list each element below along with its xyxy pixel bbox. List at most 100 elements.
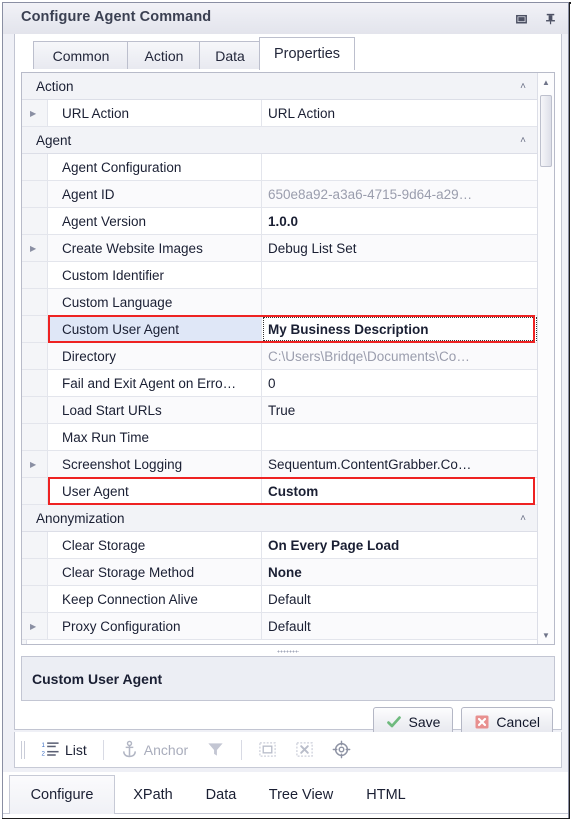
property-row[interactable]: ▶ Create Website Images Debug List Set [22,235,538,262]
property-value-cell[interactable]: Custom [262,478,538,504]
expander-arrow-icon[interactable]: ▶ [30,613,36,639]
expander-arrow-icon[interactable]: ▶ [30,235,36,261]
property-category-row[interactable]: Action ˄ [22,73,538,100]
property-name-cell[interactable]: Max Run Time [48,424,262,450]
property-row[interactable]: Directory C:\Users\Bridqe\Documents\Co… [22,343,538,370]
property-row[interactable]: Clear Storage Method None [22,559,538,586]
tab-properties[interactable]: Properties [259,37,355,70]
toolbar-drag-handle-icon[interactable] [21,740,27,759]
splitter-grip-icon [277,650,299,653]
property-row[interactable]: Custom Language [22,289,538,316]
property-name-cell[interactable]: Proxy Configuration [48,613,262,639]
property-name-cell[interactable]: Clear Storage Method [48,559,262,585]
bottom-tab-html[interactable]: HTML [353,777,419,813]
tab-action[interactable]: Action [127,41,201,69]
tab-common[interactable]: Common [33,41,129,69]
property-row[interactable]: ▶ Screenshot Logging Sequentum.ContentGrab… [22,451,538,478]
description-title: Custom User Agent [32,670,163,687]
scroll-up-icon[interactable]: ▲ [538,74,554,90]
property-name-cell[interactable]: Load Start URLs [48,397,262,423]
title-bar-buttons [514,11,558,26]
property-value-cell[interactable] [262,154,538,180]
toolbar-target-button[interactable] [326,737,357,762]
property-value-cell[interactable]: On Every Page Load [262,532,538,558]
toolbar-clear-selection-button[interactable] [289,737,320,762]
property-value-cell[interactable]: Default [262,586,538,612]
toolbar-list-label: List [65,741,87,758]
property-row[interactable]: Clear Storage On Every Page Load [22,532,538,559]
property-value-cell[interactable] [262,424,538,450]
property-row[interactable]: Custom Identifier [22,262,538,289]
tab-data[interactable]: Data [199,41,261,69]
property-row[interactable]: Max Run Time [22,424,538,451]
grid-vertical-scrollbar[interactable]: ▲ ▼ [537,73,554,644]
property-name-cell[interactable]: Fail and Exit Agent on Erro… [48,370,262,396]
bottom-tab-tree-view[interactable]: Tree View [253,777,349,813]
scrollbar-thumb[interactable] [540,95,552,167]
toolbar-list-button[interactable]: 1 2 List [35,737,93,762]
scroll-down-icon[interactable]: ▼ [538,627,554,643]
property-row[interactable]: Agent Configuration [22,154,538,181]
expander-arrow-icon[interactable]: ▶ [30,451,36,477]
property-row[interactable]: Fail and Exit Agent on Erro… 0 [22,370,538,397]
target-icon [332,740,351,759]
property-value-cell[interactable]: True [262,397,538,423]
property-value-cell[interactable]: Default [262,613,538,639]
property-value-cell[interactable]: 1.0.0 [262,208,538,234]
chevron-up-icon[interactable]: ˄ [520,127,526,153]
property-name-cell[interactable]: Custom User Agent [48,316,262,342]
property-row[interactable]: ▶ Proxy Configuration Default [22,613,538,640]
property-row[interactable]: Load Start URLs True [22,397,538,424]
property-name-cell[interactable]: Agent Version [48,208,262,234]
property-value-cell[interactable]: C:\Users\Bridqe\Documents\Co… [262,343,538,369]
property-row[interactable]: ▶ URL Action URL Action [22,100,538,127]
property-name-cell[interactable]: Custom Language [48,289,262,315]
property-name-cell[interactable]: Agent Configuration [48,154,262,180]
property-value-cell[interactable]: URL Action [262,100,538,126]
pin-icon[interactable] [543,11,558,26]
toolbar-anchor-button[interactable]: Anchor [114,737,194,762]
chevron-up-icon[interactable]: ˄ [520,73,526,99]
property-value-cell[interactable]: Debug List Set [262,235,538,261]
property-value-cell[interactable]: Sequentum.ContentGrabber.Co… [262,451,538,477]
property-category-row[interactable]: Anonymization ˄ [22,505,538,532]
property-name-cell[interactable]: Agent ID [48,181,262,207]
property-row[interactable]: Keep Connection Alive Default [22,586,538,613]
property-value-cell[interactable] [262,262,538,288]
expander-arrow-icon[interactable]: ▶ [30,100,36,126]
property-name-cell[interactable]: Screenshot Logging [48,451,262,477]
property-value-cell[interactable]: None [262,559,538,585]
property-value-cell[interactable] [262,289,538,315]
property-value-cell[interactable]: 0 [262,370,538,396]
property-row[interactable]: User Agent Custom [22,478,538,505]
property-indent [22,586,48,612]
toolbar-filter-button[interactable] [200,737,231,762]
bottom-tab-bar: Configure XPath Data Tree View HTML [3,772,568,818]
property-name-cell[interactable]: Clear Storage [48,532,262,558]
bottom-tab-configure[interactable]: Configure [9,775,115,814]
property-row[interactable]: Agent Version 1.0.0 [22,208,538,235]
property-row[interactable]: Agent ID 650e8a92-a3a6-4715-9d64-a29… [22,181,538,208]
property-value-cell[interactable]: 650e8a92-a3a6-4715-9d64-a29… [262,181,538,207]
bottom-tab-data[interactable]: Data [191,777,251,813]
property-name-cell[interactable]: Create Website Images [48,235,262,261]
property-name-cell[interactable]: Directory [48,343,262,369]
property-indent [22,154,48,180]
restore-icon[interactable] [514,11,529,26]
bottom-toolbar: 1 2 List Anchor [14,732,562,768]
grid-description-splitter[interactable] [21,647,555,656]
property-name-cell[interactable]: URL Action [48,100,262,126]
property-name-cell[interactable]: Keep Connection Alive [48,586,262,612]
property-category-row[interactable]: Agent ˄ [22,127,538,154]
property-indent [22,181,48,207]
chevron-up-icon[interactable]: ˄ [520,505,526,531]
property-row[interactable]: Custom User Agent My Business Description [22,316,538,343]
toolbar-select-box-button[interactable] [252,737,283,762]
agent-command-dialog: Configure Agent Command Common Action Da… [0,0,576,825]
property-name-cell[interactable]: Custom Identifier [48,262,262,288]
property-indent [22,559,48,585]
bottom-tab-xpath[interactable]: XPath [119,777,187,813]
property-name-cell[interactable]: User Agent [48,478,262,504]
property-grid[interactable]: Action ˄ ▶ URL Action URL Action Agent ˄ Agent … [21,72,555,645]
property-value-cell[interactable]: My Business Description [262,316,538,342]
